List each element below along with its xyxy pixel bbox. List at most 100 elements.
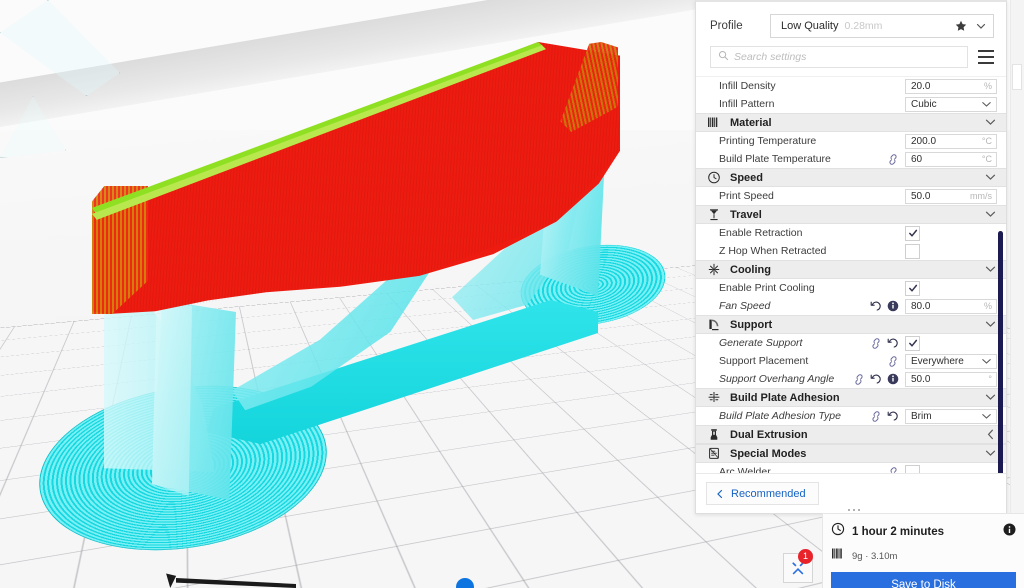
setting-label: Build Plate Adhesion Type xyxy=(719,410,841,422)
star-icon[interactable] xyxy=(955,20,967,32)
revert-icon[interactable] xyxy=(870,373,882,385)
setting-row-support-placement[interactable]: Support Placement Everywhere xyxy=(696,352,1006,370)
chevron-down-icon[interactable] xyxy=(981,411,992,422)
chevron-down-icon[interactable] xyxy=(984,171,997,184)
setting-unit: % xyxy=(983,81,992,91)
settings-category-speed[interactable]: Speed xyxy=(696,168,1006,187)
setting-input[interactable]: 50.0 ° xyxy=(905,371,997,387)
recommended-label: Recommended xyxy=(731,487,806,500)
adhesion-icon xyxy=(706,391,722,405)
profile-dropdown[interactable]: Low Quality 0.28mm xyxy=(770,14,994,38)
settings-category-travel[interactable]: Travel xyxy=(696,205,1006,224)
info-icon[interactable] xyxy=(887,373,899,385)
chevron-down-icon[interactable] xyxy=(984,391,997,404)
setting-row-enable-retraction[interactable]: Enable Retraction xyxy=(696,224,1006,242)
cooling-fan-icon xyxy=(706,263,722,277)
setting-row-infill-pattern[interactable]: Infill Pattern Cubic xyxy=(696,95,1006,113)
setting-row-arc-welder[interactable]: Arc Welder xyxy=(696,463,1006,473)
setting-checkbox[interactable] xyxy=(905,280,920,296)
category-label: Cooling xyxy=(730,263,771,276)
setting-row-printing-temperature[interactable]: Printing Temperature 200.0 °C xyxy=(696,132,1006,150)
dual-extrusion-icon xyxy=(706,428,722,442)
setting-row-infill-density[interactable]: Infill Density 20.0% xyxy=(696,77,1006,95)
setting-adornments xyxy=(870,300,899,312)
setting-unit: mm/s xyxy=(970,191,992,201)
settings-category-support[interactable]: Support xyxy=(696,315,1006,334)
setting-label: Build Plate Temperature xyxy=(719,153,831,165)
setting-label: Print Speed xyxy=(719,190,774,202)
link-icon[interactable] xyxy=(887,355,899,367)
chevron-down-icon[interactable] xyxy=(975,20,987,32)
setting-row-fan-speed[interactable]: Fan Speed 80.0% xyxy=(696,297,1006,315)
chevron-down-icon[interactable] xyxy=(981,99,992,110)
setting-row-build-plate-adhesion-type[interactable]: Build Plate Adhesion Type Brim xyxy=(696,407,1006,425)
settings-category-special-modes[interactable]: Special Modes xyxy=(696,444,1006,463)
link-icon[interactable] xyxy=(870,410,882,422)
setting-input[interactable]: 80.0% xyxy=(905,298,997,314)
chevron-down-icon[interactable] xyxy=(984,263,997,276)
setting-row-z-hop-when-retracted[interactable]: Z Hop When Retracted xyxy=(696,242,1006,260)
print-settings-panel: Profile Low Quality 0.28mm Search settin… xyxy=(695,0,1007,514)
chevron-down-icon[interactable] xyxy=(984,447,997,460)
setting-label: Support Placement xyxy=(719,355,809,367)
search-row xyxy=(696,44,1006,76)
material-usage-value: 9g · 3.10m xyxy=(852,550,898,562)
tools-badge-count: 1 xyxy=(798,549,813,564)
chevron-left-icon[interactable] xyxy=(984,428,997,441)
settings-category-dual-extrusion[interactable]: Dual Extrusion xyxy=(696,425,1006,444)
category-label: Travel xyxy=(730,208,762,221)
revert-icon[interactable] xyxy=(887,337,899,349)
recommended-mode-button[interactable]: Recommended xyxy=(706,482,819,505)
setting-input[interactable]: 200.0 °C xyxy=(905,133,997,149)
settings-category-cooling[interactable]: Cooling xyxy=(696,260,1006,279)
category-label: Material xyxy=(730,116,772,129)
settings-category-material[interactable]: Material xyxy=(696,113,1006,132)
chevron-down-icon[interactable] xyxy=(984,208,997,221)
revert-icon[interactable] xyxy=(870,300,882,312)
link-icon[interactable] xyxy=(853,373,865,385)
print-info-bar: 1 hour 2 minutes 9g · 3.10m Save to Disk xyxy=(822,513,1024,588)
settings-category-build-plate-adhesion[interactable]: Build Plate Adhesion xyxy=(696,388,1006,407)
setting-input[interactable]: 50.0 mm/s xyxy=(905,188,997,204)
setting-unit: % xyxy=(983,301,992,311)
chevron-down-icon[interactable] xyxy=(981,356,992,367)
cura-application-window: 1 Profile Low Quality 0.28mm Search sett… xyxy=(0,0,1024,588)
info-circle-icon[interactable] xyxy=(1003,523,1016,541)
setting-row-build-plate-temperature[interactable]: Build Plate Temperature 60 °C xyxy=(696,150,1006,168)
setting-row-enable-print-cooling[interactable]: Enable Print Cooling xyxy=(696,279,1006,297)
link-icon[interactable] xyxy=(887,153,899,165)
setting-unit: ° xyxy=(988,374,992,384)
setting-select[interactable]: Brim xyxy=(905,408,997,424)
save-to-disk-button[interactable]: Save to Disk xyxy=(831,572,1016,588)
setting-input[interactable]: 60 °C xyxy=(905,151,997,167)
search-settings-box[interactable] xyxy=(710,46,968,68)
category-label: Speed xyxy=(730,171,764,184)
settings-list[interactable]: Infill Density 20.0% Infill Pattern Cubic Ma… xyxy=(696,76,1006,473)
setting-row-print-speed[interactable]: Print Speed 50.0 mm/s xyxy=(696,187,1006,205)
setting-select[interactable]: Everywhere xyxy=(905,353,997,369)
setting-row-support-overhang-angle[interactable]: Support Overhang Angle 50.0 ° xyxy=(696,370,1006,388)
setting-label: Printing Temperature xyxy=(719,135,817,147)
revert-icon[interactable] xyxy=(887,410,899,422)
setting-input[interactable]: 20.0% xyxy=(905,78,997,94)
chevron-down-icon[interactable] xyxy=(984,116,997,129)
link-icon[interactable] xyxy=(870,337,882,349)
chevron-down-icon[interactable] xyxy=(984,318,997,331)
setting-checkbox[interactable] xyxy=(905,464,920,473)
info-icon[interactable] xyxy=(887,300,899,312)
category-label: Support xyxy=(730,318,773,331)
setting-checkbox[interactable] xyxy=(905,335,920,351)
hamburger-menu-icon[interactable] xyxy=(978,50,994,64)
search-input[interactable] xyxy=(734,51,960,63)
category-label: Build Plate Adhesion xyxy=(730,391,840,404)
setting-checkbox[interactable] xyxy=(905,225,920,241)
settings-scrollbar[interactable] xyxy=(998,231,1003,473)
setting-row-generate-support[interactable]: Generate Support xyxy=(696,334,1006,352)
link-icon[interactable] xyxy=(887,466,899,473)
print-time-row: 1 hour 2 minutes xyxy=(831,522,1016,541)
setting-value: 20.0 xyxy=(911,80,931,92)
search-icon xyxy=(718,48,729,66)
setting-select[interactable]: Cubic xyxy=(905,96,997,112)
setting-checkbox[interactable] xyxy=(905,243,920,259)
setting-label: Enable Retraction xyxy=(719,227,803,239)
